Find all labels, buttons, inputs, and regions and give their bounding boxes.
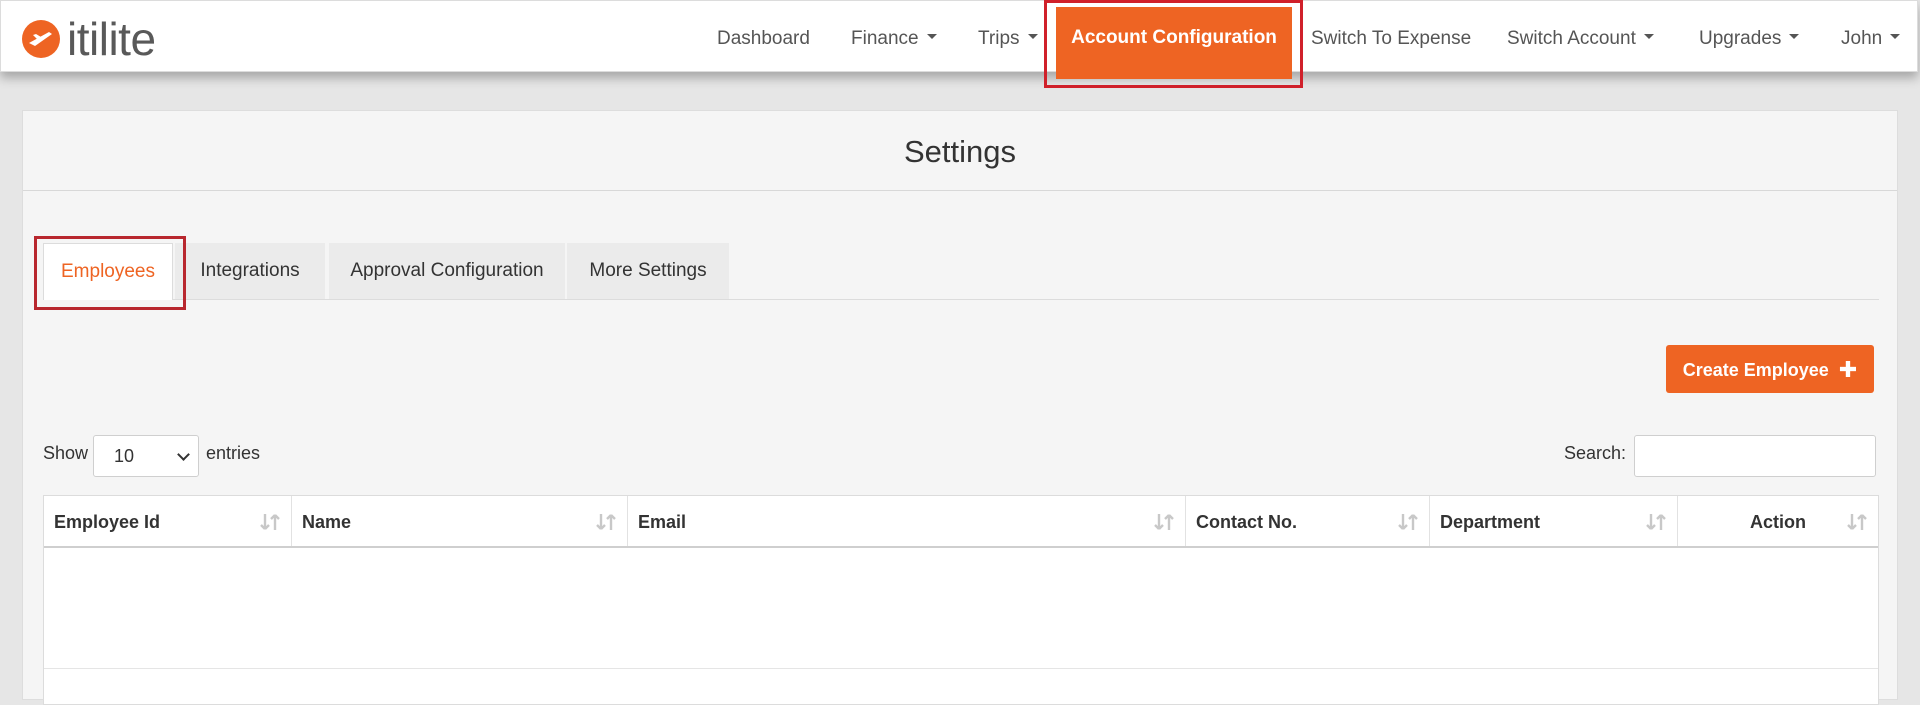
nav-switch-account[interactable]: Switch Account bbox=[1507, 1, 1654, 73]
create-employee-button[interactable]: Create Employee ✚ bbox=[1666, 345, 1874, 393]
nav-upgrades[interactable]: Upgrades bbox=[1699, 1, 1800, 73]
column-label: Employee Id bbox=[54, 512, 161, 532]
page-title: Settings bbox=[23, 111, 1897, 191]
nav-finance[interactable]: Finance bbox=[851, 1, 937, 73]
nav-dashboard-label: Dashboard bbox=[717, 28, 810, 49]
column-header-department[interactable]: Department bbox=[1430, 496, 1678, 546]
sort-icon bbox=[1154, 514, 1174, 530]
table-header: Employee Id Name Email Contact No. Depar… bbox=[44, 496, 1878, 548]
column-label: Name bbox=[302, 512, 352, 532]
create-employee-label: Create Employee bbox=[1682, 360, 1829, 380]
tab-approval-configuration-label: Approval Configuration bbox=[350, 260, 544, 281]
brand-logo[interactable]: itilite bbox=[21, 13, 156, 65]
caret-down-icon bbox=[1643, 34, 1654, 40]
nav-trips-label: Trips bbox=[978, 28, 1020, 49]
settings-panel: Settings Employees Integrations Approval… bbox=[22, 110, 1898, 705]
column-label: Department bbox=[1440, 512, 1541, 532]
column-header-employee-id[interactable]: Employee Id bbox=[44, 496, 292, 546]
tab-integrations-label: Integrations bbox=[200, 260, 300, 281]
tab-more-settings-label: More Settings bbox=[589, 260, 707, 281]
nav-switch-to-expense-label: Switch To Expense bbox=[1311, 28, 1472, 49]
sort-icon bbox=[1646, 514, 1666, 530]
column-header-action[interactable]: Action bbox=[1678, 496, 1878, 546]
nav-finance-label: Finance bbox=[851, 28, 919, 49]
nav-dashboard[interactable]: Dashboard bbox=[717, 1, 810, 73]
tab-employees-label: Employees bbox=[61, 261, 155, 282]
column-label: Contact No. bbox=[1196, 512, 1297, 532]
caret-down-icon bbox=[926, 34, 937, 40]
nav-switch-to-expense[interactable]: Switch To Expense bbox=[1311, 1, 1471, 73]
nav-upgrades-label: Upgrades bbox=[1699, 28, 1782, 49]
brand-name: itilite bbox=[67, 13, 156, 65]
entries-value: 10 bbox=[114, 446, 135, 466]
nav-user-menu[interactable]: John bbox=[1841, 1, 1901, 73]
nav-account-configuration-label: Account Configuration bbox=[1071, 27, 1277, 48]
chevron-down-icon bbox=[177, 448, 190, 461]
show-label: Show bbox=[43, 443, 89, 463]
sort-icon bbox=[1398, 514, 1418, 530]
caret-down-icon bbox=[1027, 34, 1038, 40]
tab-more-settings[interactable]: More Settings bbox=[567, 243, 729, 299]
column-label: Action bbox=[1750, 512, 1806, 532]
top-navbar: itilite Dashboard Finance Trips Account … bbox=[0, 0, 1918, 79]
sort-icon bbox=[1847, 514, 1867, 530]
employees-table: Employee Id Name Email Contact No. Depar… bbox=[43, 495, 1879, 705]
caret-down-icon bbox=[1789, 34, 1800, 40]
plus-icon: ✚ bbox=[1838, 357, 1858, 382]
nav-account-configuration[interactable]: Account Configuration bbox=[1056, 7, 1292, 79]
nav-user-name: John bbox=[1841, 28, 1883, 49]
entries-label: entries bbox=[206, 443, 261, 463]
column-header-email[interactable]: Email bbox=[628, 496, 1186, 546]
tab-approval-configuration[interactable]: Approval Configuration bbox=[329, 243, 565, 299]
tab-employees[interactable]: Employees bbox=[43, 243, 173, 300]
tab-integrations[interactable]: Integrations bbox=[175, 243, 325, 299]
search-label: Search: bbox=[1564, 443, 1627, 463]
column-header-name[interactable]: Name bbox=[292, 496, 628, 546]
caret-down-icon bbox=[1890, 34, 1901, 40]
table-row bbox=[44, 548, 1878, 609]
itilite-logo-icon bbox=[22, 20, 60, 58]
search-input[interactable] bbox=[1634, 435, 1876, 477]
settings-tabs: Employees Integrations Approval Configur… bbox=[43, 243, 1879, 300]
sort-icon bbox=[596, 514, 616, 530]
entries-per-page-select[interactable]: 10 bbox=[93, 435, 199, 477]
nav-trips[interactable]: Trips bbox=[978, 1, 1038, 73]
table-row bbox=[44, 608, 1878, 669]
sort-icon bbox=[260, 514, 280, 530]
column-header-contact-no[interactable]: Contact No. bbox=[1186, 496, 1430, 546]
column-label: Email bbox=[638, 512, 687, 532]
nav-switch-account-label: Switch Account bbox=[1507, 28, 1636, 49]
